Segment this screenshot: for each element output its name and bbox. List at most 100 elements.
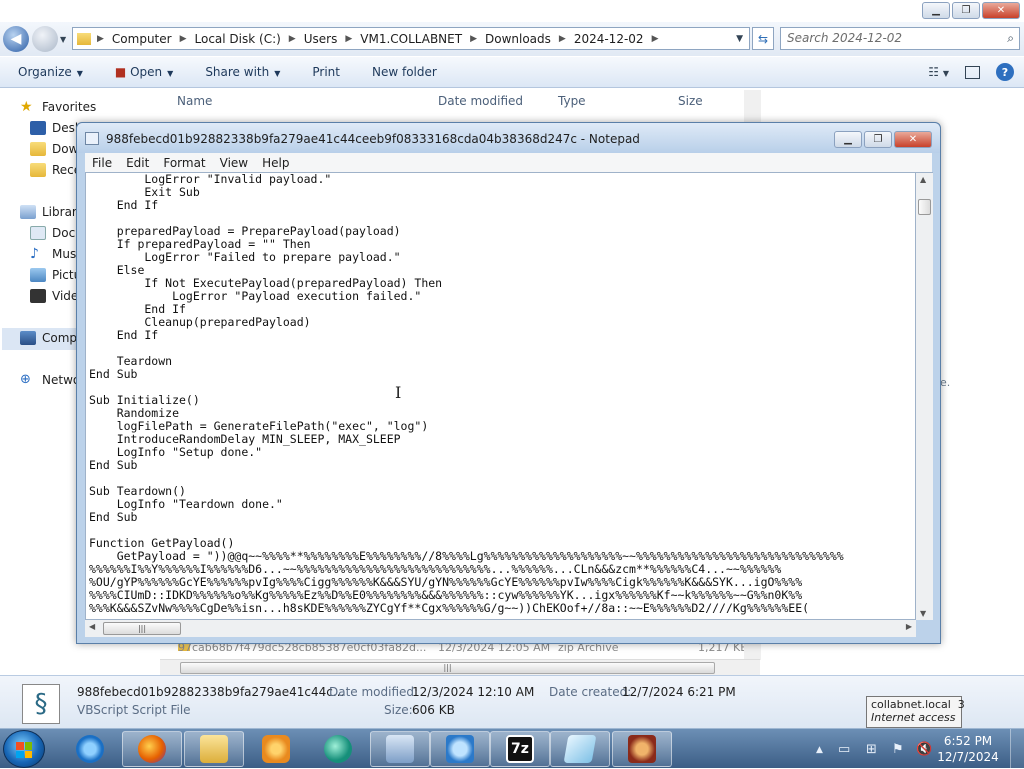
search-icon[interactable]: ⌕ bbox=[1007, 31, 1014, 46]
refresh-button[interactable]: ⇆ bbox=[752, 27, 774, 50]
network-tray-icon[interactable]: ⊞ bbox=[866, 742, 877, 757]
breadcrumb-downloads[interactable]: Downloads bbox=[485, 32, 551, 46]
notepad-text-area[interactable]: LogError "Invalid payload." Exit Sub End… bbox=[85, 172, 916, 620]
notepad-vertical-scrollbar[interactable]: ▲ ▼ bbox=[916, 172, 933, 620]
chevron-right-icon[interactable]: ▶ bbox=[652, 34, 659, 44]
recent-pages-dropdown[interactable]: ▼ bbox=[60, 35, 66, 44]
address-dropdown-icon[interactable]: ▼ bbox=[736, 34, 743, 44]
search-placeholder: Search 2024-12-02 bbox=[787, 31, 903, 45]
taskbar-7zip[interactable]: 7z bbox=[490, 731, 550, 767]
flag-tray-icon[interactable]: ⚑ bbox=[892, 742, 904, 757]
menu-view[interactable]: View bbox=[213, 156, 255, 170]
notepad-horizontal-scrollbar[interactable]: ◀ ||| ▶ bbox=[85, 620, 916, 637]
column-size[interactable]: Size bbox=[678, 94, 703, 108]
open-button[interactable]: ■ Open ▼ bbox=[115, 65, 173, 79]
details-filename: 988febecd01b92882338b9fa279ae41c44c... bbox=[77, 685, 345, 699]
taskbar-app-teal[interactable] bbox=[308, 731, 368, 767]
file-list-horizontal-scrollbar[interactable]: ||| bbox=[160, 659, 760, 675]
clock-time: 6:52 PM bbox=[943, 734, 993, 748]
address-bar-row: ◀ ▼ ▶ Computer ▶ Local Disk (C:) ▶ Users… bbox=[0, 22, 1024, 56]
column-type[interactable]: Type bbox=[558, 94, 586, 108]
organize-button[interactable]: Organize ▼ bbox=[18, 65, 83, 79]
taskbar-media-player[interactable] bbox=[246, 731, 306, 767]
notepad-minimize-button[interactable]: ▁ bbox=[834, 131, 862, 148]
taskbar-network-tool[interactable] bbox=[370, 731, 430, 767]
menu-edit[interactable]: Edit bbox=[119, 156, 156, 170]
scroll-right-arrow[interactable]: ▶ bbox=[906, 622, 912, 631]
libraries-icon bbox=[20, 205, 36, 219]
script-content[interactable]: LogError "Invalid payload." Exit Sub End… bbox=[86, 173, 915, 615]
breadcrumb-user[interactable]: VM1.COLLABNET bbox=[360, 32, 462, 46]
new-folder-button[interactable]: New folder bbox=[372, 65, 437, 79]
clock-date: 12/7/2024 bbox=[937, 750, 999, 764]
share-with-button[interactable]: Share with ▼ bbox=[205, 65, 280, 79]
show-hidden-icons[interactable]: ▲ bbox=[816, 745, 823, 755]
chevron-right-icon[interactable]: ▶ bbox=[289, 34, 296, 44]
scroll-up-arrow[interactable]: ▲ bbox=[920, 175, 926, 184]
details-date-created-label: Date created: bbox=[549, 685, 632, 699]
scroll-down-arrow[interactable]: ▼ bbox=[920, 609, 926, 618]
taskbar-firefox[interactable] bbox=[122, 731, 182, 767]
vbscript-file-icon: § bbox=[22, 684, 60, 724]
notepad-maximize-button[interactable]: ❐ bbox=[864, 131, 892, 148]
nav-music[interactable]: ♪ Musi bbox=[30, 247, 80, 261]
vertical-scroll-thumb[interactable] bbox=[918, 199, 931, 215]
minimize-button[interactable]: ▁ bbox=[922, 2, 950, 19]
nav-pictures[interactable]: Pictu bbox=[30, 268, 81, 282]
notepad-title-bar[interactable]: 988febecd01b92882338b9fa279ae41c44ceeb9f… bbox=[77, 123, 940, 153]
address-bar[interactable]: ▶ Computer ▶ Local Disk (C:) ▶ Users ▶ V… bbox=[72, 27, 750, 50]
search-input[interactable]: Search 2024-12-02 ⌕ bbox=[780, 27, 1020, 50]
chevron-right-icon[interactable]: ▶ bbox=[345, 34, 352, 44]
nav-network[interactable]: ⊕ Netwo bbox=[20, 373, 80, 388]
action-center-icon[interactable]: ▭ bbox=[838, 742, 850, 757]
menu-help[interactable]: Help bbox=[255, 156, 296, 170]
nav-favorites[interactable]: ★ Favorites bbox=[20, 100, 96, 114]
horizontal-scroll-thumb[interactable]: ||| bbox=[103, 622, 181, 635]
column-name[interactable]: Name bbox=[177, 94, 212, 108]
details-date-modified: 12/3/2024 12:10 AM bbox=[412, 685, 535, 699]
chevron-right-icon[interactable]: ▶ bbox=[470, 34, 477, 44]
taskbar-app-red[interactable] bbox=[612, 731, 672, 767]
nav-libraries[interactable]: Librari bbox=[20, 205, 80, 219]
notepad-app-icon[interactable] bbox=[85, 132, 99, 145]
taskbar-internet-explorer[interactable] bbox=[60, 731, 120, 767]
breadcrumb-local-disk[interactable]: Local Disk (C:) bbox=[195, 32, 281, 46]
nav-videos-label: Vide bbox=[52, 289, 79, 303]
chevron-right-icon[interactable]: ▶ bbox=[97, 34, 104, 44]
breadcrumb-computer[interactable]: Computer bbox=[112, 32, 172, 46]
volume-muted-icon[interactable]: 🔇 bbox=[916, 742, 932, 757]
nav-videos[interactable]: Vide bbox=[30, 289, 78, 303]
command-bar: Organize ▼ ■ Open ▼ Share with ▼ Print New … bbox=[0, 57, 1024, 88]
scroll-left-arrow[interactable]: ◀ bbox=[89, 622, 95, 631]
nav-documents[interactable]: Docu bbox=[30, 226, 83, 240]
nav-recent[interactable]: Rece bbox=[30, 163, 81, 177]
organize-label: Organize bbox=[18, 65, 72, 79]
back-button[interactable]: ◀ bbox=[3, 26, 29, 52]
taskbar-file-explorer[interactable] bbox=[184, 731, 244, 767]
nav-downloads[interactable]: Dow bbox=[30, 142, 78, 156]
view-options-icon[interactable]: ☷ ▼ bbox=[928, 65, 949, 79]
preview-pane-icon[interactable] bbox=[965, 65, 980, 79]
nav-computer[interactable]: Comp bbox=[20, 331, 77, 345]
notepad-close-button[interactable]: ✕ bbox=[894, 131, 932, 148]
notepad-menu-bar: File Edit Format View Help bbox=[85, 153, 932, 172]
start-button[interactable] bbox=[3, 730, 45, 768]
menu-format[interactable]: Format bbox=[156, 156, 212, 170]
scrollbar-thumb[interactable]: ||| bbox=[180, 662, 715, 674]
chevron-right-icon[interactable]: ▶ bbox=[559, 34, 566, 44]
help-icon[interactable]: ? bbox=[996, 63, 1014, 81]
close-button[interactable]: ✕ bbox=[982, 2, 1020, 19]
show-desktop-button[interactable] bbox=[1010, 729, 1024, 769]
nav-desktop[interactable]: Desk bbox=[30, 121, 82, 135]
taskbar-search-tool[interactable] bbox=[430, 731, 490, 767]
maximize-button[interactable]: ❐ bbox=[952, 2, 980, 19]
breadcrumb-current-folder[interactable]: 2024-12-02 bbox=[574, 32, 644, 46]
column-date-modified[interactable]: Date modified bbox=[438, 94, 523, 108]
breadcrumb-users[interactable]: Users bbox=[304, 32, 338, 46]
chevron-right-icon[interactable]: ▶ bbox=[180, 34, 187, 44]
forward-button[interactable] bbox=[32, 26, 58, 52]
system-clock[interactable]: 6:52 PM 12/7/2024 bbox=[936, 733, 1000, 765]
taskbar-notepad[interactable] bbox=[550, 731, 610, 767]
print-button[interactable]: Print bbox=[312, 65, 340, 79]
menu-file[interactable]: File bbox=[85, 156, 119, 170]
